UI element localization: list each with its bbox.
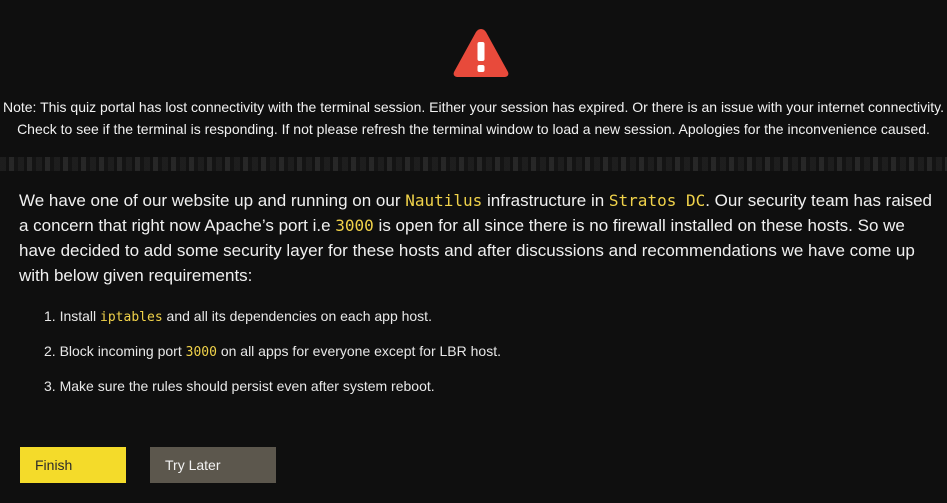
note-line-1: Note: This quiz portal has lost connecti…	[2, 99, 945, 115]
note-line-2: Check to see if the terminal is respondi…	[17, 121, 930, 137]
infra-name: Nautilus	[405, 191, 483, 210]
intro-text-2: infrastructure in	[482, 191, 609, 210]
task-description: We have one of our website up and runnin…	[19, 188, 939, 288]
requirement-suffix: on all apps for everyone except for LBR …	[216, 343, 501, 359]
finish-button[interactable]: Finish	[20, 447, 126, 483]
requirement-suffix: and all its dependencies on each app hos…	[162, 308, 432, 324]
requirement-prefix: 1. Install	[44, 308, 101, 324]
connectivity-note: Note: This quiz portal has lost connecti…	[0, 96, 947, 140]
requirements-list: 1. Install iptables and all its dependen…	[44, 304, 501, 409]
try-later-button[interactable]: Try Later	[150, 447, 276, 483]
requirement-prefix: 2. Block incoming port	[44, 343, 186, 359]
port-number: 3000	[335, 216, 374, 235]
requirement-code: iptables	[100, 310, 163, 325]
requirement-prefix: 3. Make sure the rules should persist ev…	[44, 378, 435, 394]
divider	[0, 157, 947, 171]
warning-triangle-icon	[452, 26, 510, 80]
list-item: 1. Install iptables and all its dependen…	[44, 304, 501, 339]
datacenter-name: Stratos DC	[608, 191, 706, 210]
list-item: 2. Block incoming port 3000 on all apps …	[44, 339, 501, 374]
requirement-code: 3000	[185, 345, 217, 360]
list-item: 3. Make sure the rules should persist ev…	[44, 374, 501, 409]
intro-text-1: We have one of our website up and runnin…	[19, 191, 406, 210]
quiz-portal: Note: This quiz portal has lost connecti…	[0, 0, 947, 503]
